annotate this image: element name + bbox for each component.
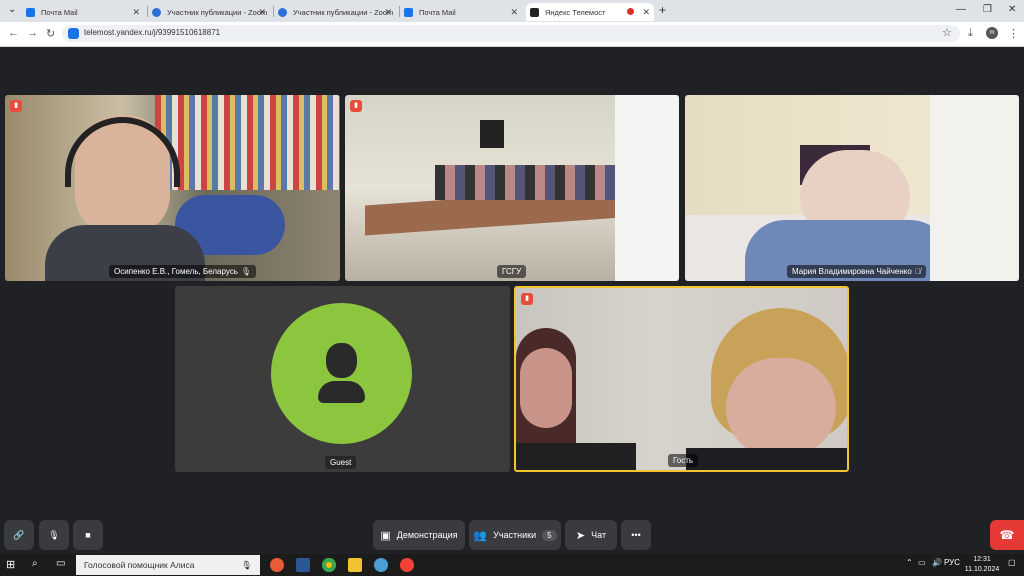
tab-list-chevron-icon[interactable]: ⌄ <box>8 4 16 15</box>
mic-icon: 🎙 <box>240 267 252 276</box>
chat-button[interactable]: ➤ Чат <box>565 520 617 550</box>
telemost-favicon-icon <box>530 7 539 17</box>
mail-favicon-icon <box>26 7 35 17</box>
browser-tab-strip: ⌄ Почта Mail ✕ Участник публикации - Zoo… <box>0 0 1024 22</box>
participant-name: ГСГУ <box>497 265 527 278</box>
link-icon: 🔗 <box>13 529 25 540</box>
microphone-icon: 🎙 <box>48 529 60 540</box>
recording-badge-icon: ▮ <box>10 100 22 112</box>
screen-share-button[interactable]: ▣ Демонстрация <box>373 520 465 550</box>
close-window-icon[interactable]: ✕ <box>1008 4 1016 15</box>
video-tile-gost[interactable]: ▮ Гость <box>514 286 849 472</box>
participants-icon: 👥 <box>473 529 488 542</box>
tab-title: Участник публикации - Zoom <box>293 7 394 17</box>
mic-off-icon: 🎙̸ <box>914 267 921 276</box>
tab-telemost[interactable]: Яндекс Телемост ✕ <box>526 3 654 21</box>
search-icon[interactable]: ⌕ <box>32 558 46 572</box>
more-icon: ••• <box>631 530 641 540</box>
windows-start-icon[interactable]: ⊞ <box>6 558 20 572</box>
winrar-icon[interactable] <box>270 558 284 572</box>
video-tile-gsgu[interactable]: ▮ ГСГУ <box>345 95 679 281</box>
tray-chevron-icon[interactable]: ⌃ <box>906 558 913 567</box>
more-button[interactable]: ••• <box>621 520 651 550</box>
bookmark-star-icon[interactable]: ☆ <box>942 26 952 39</box>
download-icon[interactable]: ⤓ <box>968 27 973 40</box>
participants-button[interactable]: 👥 Участники 5 <box>469 520 561 550</box>
recording-dot-icon <box>627 8 634 15</box>
forward-icon[interactable]: → <box>27 27 38 39</box>
back-icon[interactable]: ← <box>8 27 19 39</box>
video-tile-guest[interactable]: Guest <box>175 286 510 472</box>
person-icon <box>326 343 357 378</box>
word-icon[interactable] <box>296 558 310 572</box>
chat-send-icon: ➤ <box>575 529 586 542</box>
chrome-icon[interactable] <box>322 558 336 572</box>
zoom-favicon-icon <box>278 7 287 17</box>
windows-taskbar: ⊞ ⌕ ▭ Голосовой помощник Алиса 🎙 ⌃ ▭ 🔊 РУ… <box>0 554 1024 576</box>
url-field[interactable]: telemost.yandex.ru/j/93991510618871 ☆ <box>62 25 960 42</box>
avatar <box>271 303 412 444</box>
tab-mail-1[interactable]: Почта Mail ✕ <box>22 3 144 21</box>
recording-badge-icon: ▮ <box>521 293 533 305</box>
microphone-button[interactable]: 🎙 <box>39 520 69 550</box>
tab-zoom-1[interactable]: Участник публикации - Zoom ✕ <box>148 3 270 21</box>
close-tab-icon[interactable]: ✕ <box>510 7 518 18</box>
close-tab-icon[interactable]: ✕ <box>384 7 392 18</box>
microphone-icon[interactable]: 🎙 <box>241 555 252 575</box>
close-tab-icon[interactable]: ✕ <box>132 7 140 18</box>
leave-call-button[interactable]: ☎ <box>990 520 1024 550</box>
app-icon[interactable] <box>374 558 388 572</box>
clock[interactable]: 12:31 11.10.2024 <box>962 555 1002 575</box>
mail-favicon-icon <box>404 7 413 17</box>
close-tab-icon[interactable]: ✕ <box>642 7 650 18</box>
phone-hangup-icon: ☎ <box>999 528 1015 542</box>
new-tab-icon[interactable]: + <box>659 3 666 17</box>
participant-name: Guest <box>325 456 357 469</box>
chat-label: Чат <box>591 530 607 540</box>
screen-share-label: Демонстрация <box>396 530 458 540</box>
minimize-icon[interactable]: — <box>956 4 966 15</box>
clock-date: 11.10.2024 <box>964 566 1000 573</box>
task-view-icon[interactable]: ▭ <box>56 558 70 572</box>
video-tile-chaychenko[interactable]: Мария Владимировна Чайченко 🎙̸ <box>685 95 1019 281</box>
recording-badge-icon: ▮ <box>350 100 362 112</box>
video-tile-osipenko[interactable]: ▮ Осипенко Е.В., Гомель, Беларусь 🎙 <box>5 95 340 281</box>
notification-icon[interactable]: ▢ <box>1008 558 1016 567</box>
url-text: telemost.yandex.ru/j/93991510618871 <box>84 28 221 37</box>
participant-name: Осипенко Е.В., Гомель, Беларусь 🎙 <box>109 265 257 278</box>
address-bar-row: ← → ↻ telemost.yandex.ru/j/9399151061887… <box>0 22 1024 47</box>
close-tab-icon[interactable]: ✕ <box>258 7 266 18</box>
tab-title: Участник публикации - Zoom <box>167 7 268 17</box>
tab-title: Яндекс Телемост <box>545 7 606 17</box>
participant-name: Гость <box>668 454 699 467</box>
camera-button[interactable]: ■ <box>73 520 103 550</box>
network-icon[interactable]: ▭ <box>918 558 926 567</box>
yandex-browser-icon[interactable] <box>400 558 414 572</box>
tab-zoom-2[interactable]: Участник публикации - Zoom ✕ <box>274 3 396 21</box>
restore-icon[interactable]: ❐ <box>983 4 992 15</box>
tab-title: Почта Mail <box>41 7 78 17</box>
alice-search-box[interactable]: Голосовой помощник Алиса 🎙 <box>76 555 260 575</box>
volume-icon[interactable]: 🔊 <box>932 558 942 567</box>
clock-time: 12:31 <box>973 556 991 563</box>
zoom-favicon-icon <box>152 7 161 17</box>
tab-mail-2[interactable]: Почта Mail ✕ <box>400 3 522 21</box>
search-text: Голосовой помощник Алиса <box>84 560 195 570</box>
tab-title: Почта Mail <box>419 7 456 17</box>
participants-count-badge: 5 <box>542 529 557 541</box>
participants-label: Участники <box>493 530 537 540</box>
screen-share-icon: ▣ <box>380 529 391 542</box>
copy-link-button[interactable]: 🔗 <box>4 520 34 550</box>
reload-icon[interactable]: ↻ <box>46 27 55 40</box>
profile-avatar[interactable]: m <box>986 27 998 39</box>
camera-icon: ■ <box>85 530 91 540</box>
browser-menu-icon[interactable]: ⋮ <box>1008 27 1019 40</box>
participant-name: Мария Владимировна Чайченко 🎙̸ <box>787 265 926 278</box>
site-info-icon[interactable] <box>68 28 79 39</box>
file-explorer-icon[interactable] <box>348 558 362 572</box>
language-indicator[interactable]: РУС <box>944 558 960 567</box>
